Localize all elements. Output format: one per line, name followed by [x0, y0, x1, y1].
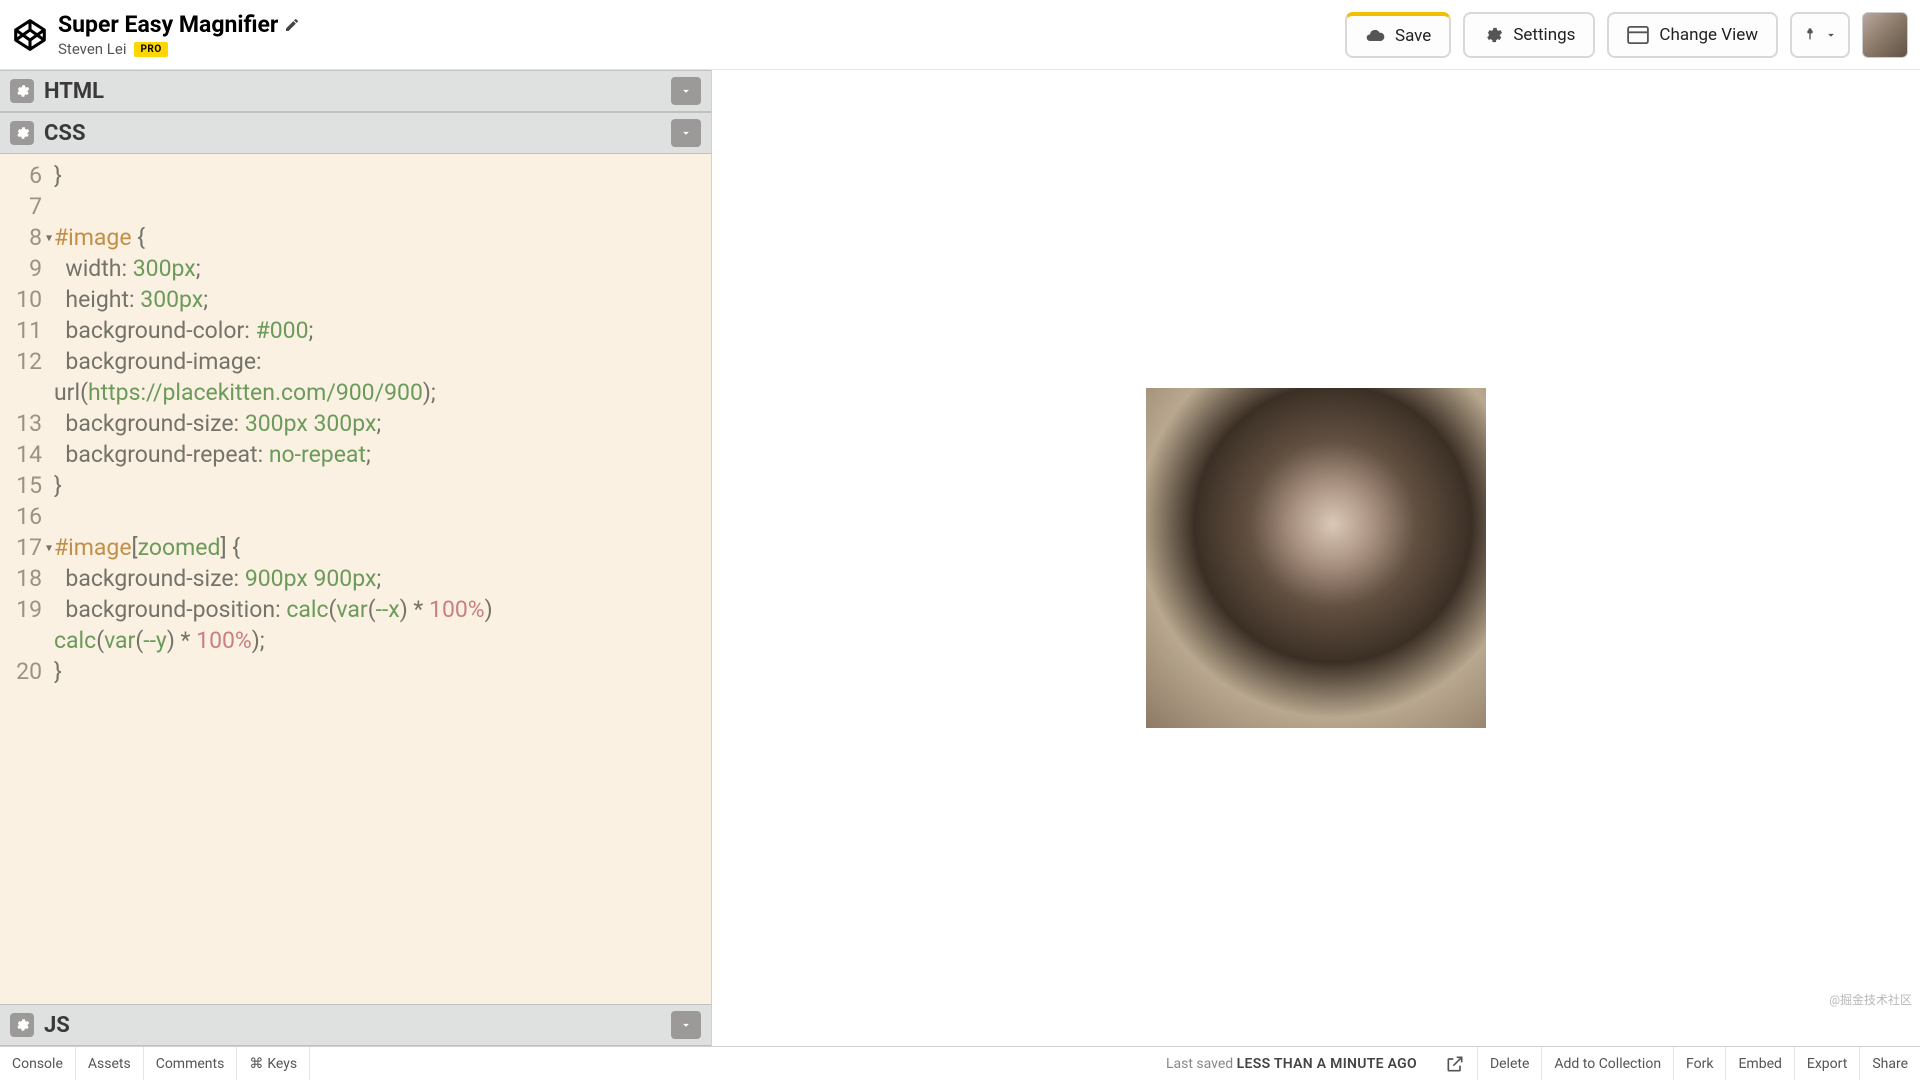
html-settings-button[interactable] [10, 79, 34, 103]
code-line[interactable]: 6} [0, 160, 711, 191]
gear-icon [1483, 25, 1503, 45]
code-line[interactable]: 13 background-size: 300px 300px; [0, 408, 711, 439]
js-settings-button[interactable] [10, 1013, 34, 1037]
code-line[interactable]: 19 background-position: calc(var(--x) * … [0, 594, 711, 625]
console-button[interactable]: Console [0, 1047, 76, 1080]
code-line[interactable]: 9 width: 300px; [0, 253, 711, 284]
layout-icon [1627, 26, 1649, 44]
save-button[interactable]: Save [1345, 12, 1451, 58]
status-bar: Console Assets Comments ⌘ Keys Last save… [0, 1046, 1920, 1080]
settings-button[interactable]: Settings [1463, 12, 1595, 58]
html-collapse-button[interactable] [671, 77, 701, 105]
code-line[interactable]: 10 height: 300px; [0, 284, 711, 315]
code-line[interactable]: 15} [0, 470, 711, 501]
fork-button[interactable]: Fork [1674, 1047, 1726, 1080]
code-line[interactable]: 7 [0, 191, 711, 222]
edit-title-icon[interactable] [284, 17, 300, 33]
open-external-icon [1445, 1054, 1465, 1074]
code-line[interactable]: 16 [0, 501, 711, 532]
code-line[interactable]: 17▾#image[zoomed] { [0, 532, 711, 563]
chevron-down-icon [1824, 28, 1838, 42]
comments-button[interactable]: Comments [144, 1047, 238, 1080]
code-line[interactable]: 14 background-repeat: no-repeat; [0, 439, 711, 470]
change-view-button[interactable]: Change View [1607, 12, 1778, 58]
pin-icon [1802, 26, 1818, 44]
add-collection-button[interactable]: Add to Collection [1542, 1047, 1674, 1080]
js-panel-label: JS [44, 1013, 70, 1038]
preview-pane: @掘金技术社区 [712, 70, 1920, 1046]
settings-label: Settings [1513, 25, 1575, 45]
change-view-label: Change View [1659, 25, 1758, 45]
code-line[interactable]: 20} [0, 656, 711, 687]
share-button[interactable]: Share [1860, 1047, 1920, 1080]
pen-title: Super Easy Magnifier [58, 11, 278, 38]
code-line[interactable]: url(https://placekitten.com/900/900); [0, 377, 711, 408]
pin-dropdown-button[interactable] [1790, 12, 1850, 58]
assets-button[interactable]: Assets [76, 1047, 144, 1080]
pro-badge: PRO [134, 42, 167, 57]
author-name[interactable]: Steven Lei [58, 40, 126, 58]
css-collapse-button[interactable] [671, 119, 701, 147]
command-icon: ⌘ [249, 1056, 263, 1072]
cloud-icon [1365, 26, 1385, 46]
codepen-logo[interactable] [12, 17, 48, 53]
keys-button[interactable]: ⌘ Keys [237, 1047, 310, 1080]
css-panel-label: CSS [44, 121, 86, 146]
top-actions: Save Settings Change View [1345, 12, 1908, 58]
share-out-button[interactable] [1433, 1047, 1478, 1080]
keys-label: Keys [267, 1056, 297, 1072]
code-line[interactable]: 12 background-image: [0, 346, 711, 377]
css-settings-button[interactable] [10, 121, 34, 145]
top-bar: Super Easy Magnifier Steven Lei PRO Save… [0, 0, 1920, 70]
embed-button[interactable]: Embed [1726, 1047, 1794, 1080]
html-panel-header[interactable]: HTML [0, 70, 711, 112]
watermark: @掘金技术社区 [1829, 991, 1912, 1008]
js-panel-header[interactable]: JS [0, 1004, 711, 1046]
export-button[interactable]: Export [1795, 1047, 1860, 1080]
preview-image[interactable] [1146, 388, 1486, 728]
editors-column: HTML CSS 6}78▾#image {9 width: 300px;10 … [0, 70, 712, 1046]
html-panel-label: HTML [44, 79, 104, 104]
code-line[interactable]: calc(var(--y) * 100%); [0, 625, 711, 656]
css-panel-header[interactable]: CSS [0, 112, 711, 154]
avatar[interactable] [1862, 12, 1908, 58]
save-status: Last saved LESS THAN A MINUTE AGO [1150, 1056, 1433, 1072]
code-line[interactable]: 8▾#image { [0, 222, 711, 253]
code-line[interactable]: 18 background-size: 900px 900px; [0, 563, 711, 594]
js-collapse-button[interactable] [671, 1011, 701, 1039]
delete-button[interactable]: Delete [1478, 1047, 1542, 1080]
save-label: Save [1395, 26, 1431, 46]
code-line[interactable]: 11 background-color: #000; [0, 315, 711, 346]
css-editor[interactable]: 6}78▾#image {9 width: 300px;10 height: 3… [0, 154, 711, 1004]
title-block: Super Easy Magnifier Steven Lei PRO [58, 11, 300, 58]
